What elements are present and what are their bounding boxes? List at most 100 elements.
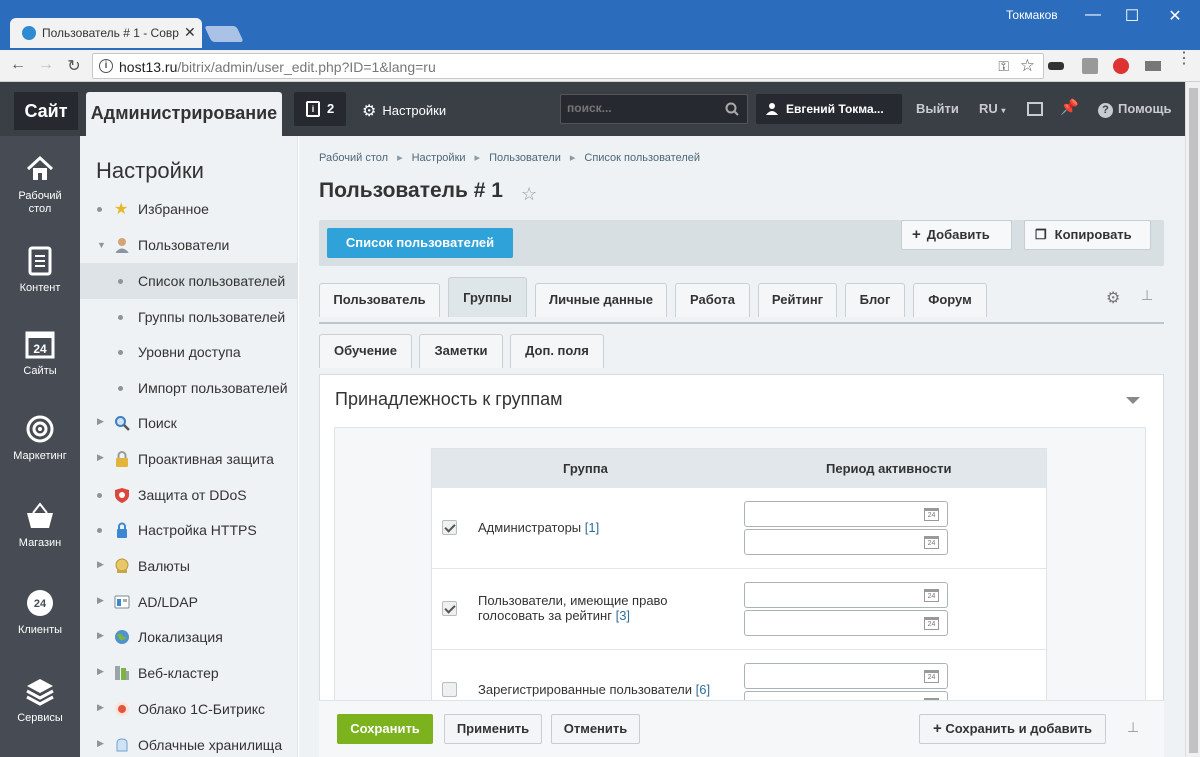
site-button[interactable]: Сайт [14, 92, 78, 130]
mask-extension-icon[interactable] [1048, 62, 1064, 70]
group-checkbox[interactable] [442, 682, 457, 697]
search-box[interactable] [560, 94, 748, 124]
nav-clients[interactable]: 24 Клиенты [0, 588, 80, 637]
nav-sites[interactable]: 24 Сайты [0, 329, 80, 378]
calendar-icon[interactable]: 24 [924, 589, 939, 602]
nav-shop[interactable]: Магазин [0, 501, 80, 550]
active-from-input[interactable]: 24 [744, 663, 948, 689]
panel-toggle-icon[interactable] [1027, 102, 1043, 116]
info-icon[interactable]: i [99, 59, 113, 73]
nav-desktop[interactable]: Рабочий стол [0, 154, 80, 216]
extension-icon[interactable] [1082, 58, 1098, 74]
language-selector[interactable]: RU ▾ [979, 101, 1005, 116]
cancel-button[interactable]: Отменить [551, 714, 640, 744]
menu-item-user-list[interactable]: Список пользователей [80, 263, 298, 299]
tab-blog[interactable]: Блог [845, 283, 905, 317]
url-text[interactable]: host13.ru/bitrix/admin/user_edit.php?ID=… [119, 59, 436, 75]
apply-button[interactable]: Применить [444, 714, 542, 744]
menu-item-ddos[interactable]: Защита от DDoS [80, 478, 298, 512]
nav-content[interactable]: Контент [0, 246, 80, 295]
tab-pin-icon[interactable]: ⊥ [1141, 287, 1153, 304]
copy-button[interactable]: ❐ Копировать [1024, 220, 1151, 250]
user-menu-button[interactable]: Евгений Токма... [756, 94, 902, 124]
collapse-toggle-icon[interactable] [1126, 397, 1140, 404]
calendar-icon[interactable]: 24 [924, 536, 939, 549]
menu-item-cloud-storage[interactable]: ▶ Облачные хранилища [80, 728, 298, 757]
window-close-icon[interactable]: ✕ [1160, 6, 1190, 26]
menu-item-webcluster[interactable]: ▶ Веб-кластер [80, 656, 298, 690]
calendar-icon[interactable]: 24 [924, 670, 939, 683]
tab-learning[interactable]: Обучение [319, 334, 412, 368]
tab-forum[interactable]: Форум [913, 283, 987, 317]
active-from-input[interactable]: 24 [744, 582, 948, 608]
page-scrollbar[interactable] [1185, 82, 1200, 757]
menu-item-access-levels[interactable]: Уровни доступа [80, 335, 298, 369]
search-input[interactable] [567, 101, 717, 115]
bookmark-star-icon[interactable]: ☆ [1020, 56, 1035, 76]
notifications-button[interactable]: i 2 [294, 92, 346, 126]
favorite-star-icon[interactable]: ☆ [521, 184, 537, 205]
nav-marketing[interactable]: Маркетинг [0, 414, 80, 463]
tab-work[interactable]: Работа [675, 283, 750, 317]
help-link[interactable]: ? Помощь [1098, 101, 1171, 118]
address-bar[interactable]: i host13.ru/bitrix/admin/user_edit.php?I… [92, 53, 1044, 79]
menu-item-currencies[interactable]: ▶ Валюты [80, 549, 298, 583]
search-icon[interactable] [725, 102, 739, 116]
close-tab-icon[interactable]: ✕ [184, 24, 196, 41]
menu-item-user-groups[interactable]: Группы пользователей [80, 300, 298, 334]
tab-personal[interactable]: Личные данные [535, 283, 667, 317]
menu-item-localization[interactable]: ▶ Локализация [80, 620, 298, 654]
group-checkbox[interactable] [442, 601, 457, 616]
bottom-pin-icon[interactable]: ⊥ [1127, 719, 1139, 736]
nav-services[interactable]: Сервисы [0, 676, 80, 725]
tab-user[interactable]: Пользователь [319, 283, 440, 317]
menu-item-users[interactable]: ▼ Пользователи [80, 228, 298, 262]
calendar-icon[interactable]: 24 [924, 508, 939, 521]
breadcrumb-item[interactable]: Настройки [412, 152, 466, 164]
tab-rating[interactable]: Рейтинг [758, 283, 837, 317]
tab-extra-fields[interactable]: Доп. поля [510, 334, 604, 368]
active-from-input[interactable]: 24 [744, 501, 948, 527]
active-to-input[interactable]: 24 [744, 610, 948, 636]
copy-icon: ❐ [1035, 227, 1047, 242]
menu-item-ldap[interactable]: ▶ AD/LDAP [80, 585, 298, 619]
menu-item-proactive[interactable]: ▶ Проактивная защита [80, 442, 298, 476]
cast-extension-icon[interactable] [1145, 61, 1161, 71]
group-id-link[interactable]: [6] [696, 682, 710, 697]
tab-groups[interactable]: Группы [448, 277, 527, 317]
active-to-input[interactable]: 24 [744, 529, 948, 555]
tab-settings-gear-icon[interactable]: ⚙ [1106, 288, 1120, 308]
breadcrumb-item[interactable]: Пользователи [489, 152, 561, 164]
minimize-icon[interactable]: — [1078, 6, 1108, 24]
save-and-add-button[interactable]: + Сохранить и добавить [919, 714, 1106, 744]
breadcrumb-item[interactable]: Рабочий стол [319, 152, 388, 164]
browser-tab[interactable]: Пользователь # 1 - Совр ✕ [10, 18, 202, 48]
scrollbar-thumb[interactable] [1189, 88, 1198, 753]
menu-item-favorites[interactable]: ★ Избранное [80, 192, 298, 226]
add-button[interactable]: + Добавить [901, 220, 1012, 250]
admin-button[interactable]: Администрирование [86, 92, 282, 136]
tab-notes[interactable]: Заметки [419, 334, 503, 368]
pin-icon[interactable]: 📌 [1060, 98, 1079, 116]
browser-menu-icon[interactable]: ⋮ [1176, 51, 1192, 67]
settings-link[interactable]: ⚙ Настройки [362, 100, 446, 120]
logout-link[interactable]: Выйти [916, 101, 959, 116]
group-id-link[interactable]: [3] [616, 608, 630, 623]
menu-item-search[interactable]: ▶ Поиск [80, 406, 298, 440]
menu-item-user-import[interactable]: Импорт пользователей [80, 371, 298, 405]
new-tab-button[interactable] [204, 26, 244, 42]
save-button[interactable]: Сохранить [337, 714, 433, 744]
back-icon[interactable]: ← [8, 56, 28, 74]
calendar-icon[interactable]: 24 [924, 617, 939, 630]
forward-icon[interactable]: → [36, 56, 56, 74]
group-checkbox[interactable] [442, 520, 457, 535]
user-list-button[interactable]: Список пользователей [327, 228, 513, 258]
key-icon[interactable]: ⚿ [998, 58, 1009, 75]
group-id-link[interactable]: [1] [585, 520, 599, 535]
breadcrumb-item[interactable]: Список пользователей [584, 152, 700, 164]
reload-icon[interactable]: ↻ [64, 56, 84, 76]
maximize-icon[interactable]: ☐ [1117, 6, 1147, 26]
adblock-extension-icon[interactable] [1113, 58, 1129, 74]
menu-item-cloud[interactable]: ▶ Облако 1С-Битрикс [80, 692, 298, 726]
menu-item-https[interactable]: Настройка HTTPS [80, 513, 298, 547]
